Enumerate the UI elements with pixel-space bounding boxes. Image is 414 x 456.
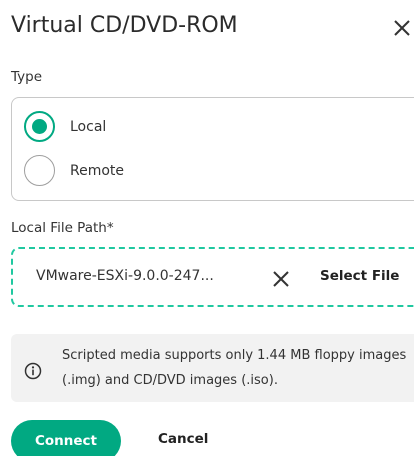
radio-local[interactable]: Local — [24, 111, 106, 142]
clear-file-button[interactable] — [271, 269, 291, 289]
info-icon — [24, 362, 42, 380]
dialog-title: Virtual CD/DVD-ROM — [11, 13, 238, 38]
close-icon — [394, 20, 410, 36]
cancel-button[interactable]: Cancel — [158, 431, 208, 447]
radio-remote-control[interactable] — [24, 155, 55, 186]
select-file-button[interactable]: Select File — [320, 268, 399, 284]
close-icon — [273, 271, 289, 287]
radio-remote[interactable]: Remote — [24, 155, 124, 186]
local-file-path-value[interactable]: VMware-ESXi-9.0.0-247... — [36, 268, 214, 284]
connect-button[interactable]: Connect — [11, 420, 121, 456]
radio-local-label: Local — [70, 118, 107, 135]
info-text: Scripted media supports only 1.44 MB flo… — [62, 348, 407, 388]
radio-remote-label: Remote — [70, 162, 125, 179]
local-file-path-label: Local File Path* — [11, 220, 114, 236]
close-button[interactable] — [391, 17, 413, 39]
type-label: Type — [11, 69, 43, 85]
radio-local-control[interactable] — [24, 111, 55, 142]
virtual-media-dialog: Virtual CD/DVD-ROM Type Local Remote Loc… — [0, 0, 414, 456]
